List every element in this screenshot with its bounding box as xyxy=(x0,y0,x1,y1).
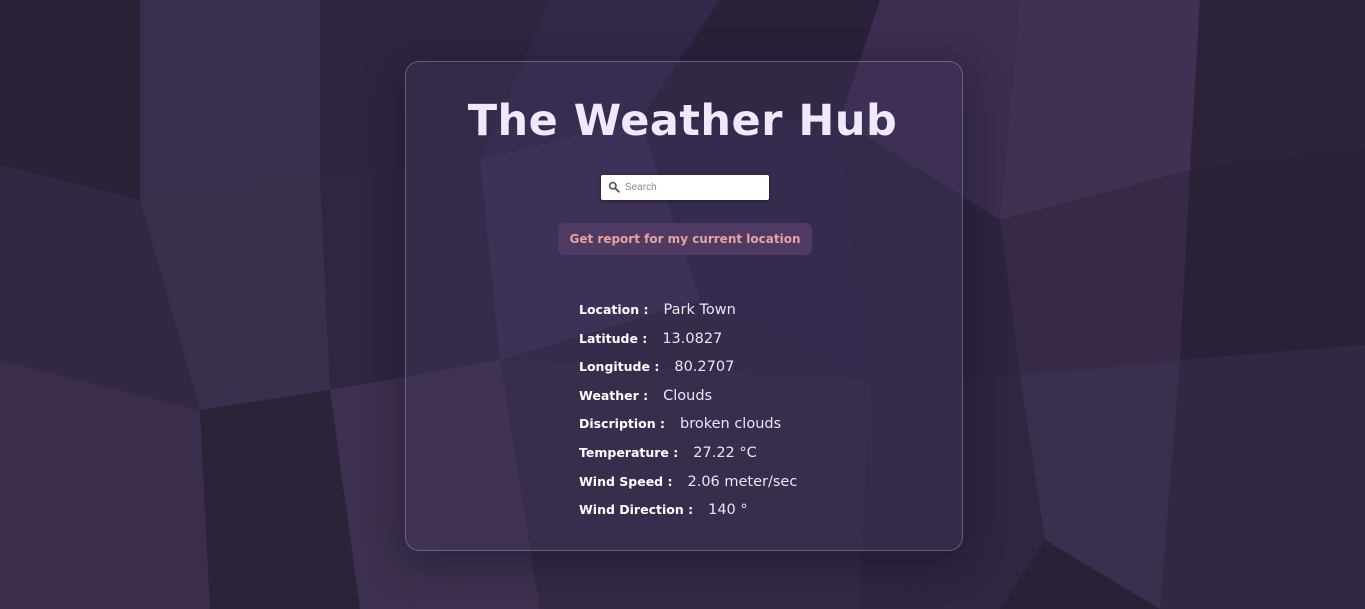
longitude-value: 80.2707 xyxy=(674,359,735,376)
report-row-location: Location : Park Town xyxy=(579,296,797,325)
search-input[interactable] xyxy=(623,178,767,196)
temperature-label: Temperature : xyxy=(579,444,679,460)
latitude-value: 13.0827 xyxy=(662,330,723,347)
report-row-weather: Weather : Clouds xyxy=(579,382,797,411)
weather-value: Clouds xyxy=(663,387,713,404)
wind-speed-value: 2.06 meter/sec xyxy=(687,473,798,490)
app-title: The Weather Hub xyxy=(467,96,898,146)
report-row-longitude: Longitude : 80.2707 xyxy=(579,353,797,382)
longitude-label: Longitude : xyxy=(579,359,660,375)
wind-direction-label: Wind Direction : xyxy=(579,502,694,518)
description-value: broken clouds xyxy=(680,416,782,433)
search-box[interactable] xyxy=(601,175,769,200)
weather-label: Weather : xyxy=(579,387,649,403)
weather-report: Location : Park Town Latitude : 13.0827 … xyxy=(579,296,797,525)
location-value: Park Town xyxy=(663,302,736,318)
wind-direction-value: 140 ° xyxy=(708,502,748,519)
description-label: Discription : xyxy=(579,416,666,432)
latitude-label: Latitude : xyxy=(579,330,648,346)
wind-speed-label: Wind Speed : xyxy=(579,473,673,489)
report-row-description: Discription : broken clouds xyxy=(579,410,797,439)
report-row-temperature: Temperature : 27.22 °C xyxy=(579,439,797,468)
report-row-wind-speed: Wind Speed : 2.06 meter/sec xyxy=(579,468,797,497)
temperature-value: 27.22 °C xyxy=(693,444,757,461)
report-row-wind-direction: Wind Direction : 140 ° xyxy=(579,496,797,525)
report-row-latitude: Latitude : 13.0827 xyxy=(579,325,797,354)
location-label: Location : xyxy=(579,302,649,317)
current-location-button[interactable]: Get report for my current location xyxy=(558,223,812,255)
search-icon xyxy=(608,181,620,193)
